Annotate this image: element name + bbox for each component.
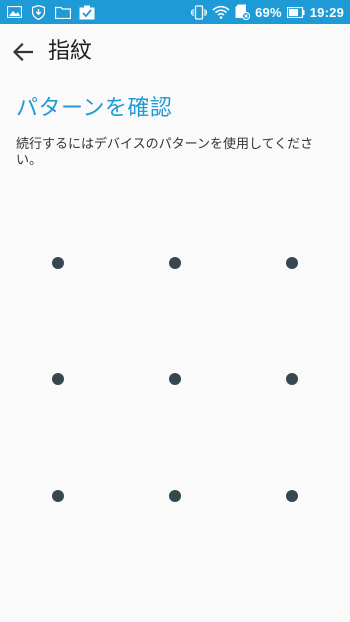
- pattern-dot-4[interactable]: [52, 373, 64, 385]
- clock: 19:29: [309, 4, 344, 20]
- confirm-pattern-heading: パターンを確認: [16, 96, 173, 121]
- instruction-text: 続行するにはデバイスのパターンを使用してください。: [16, 137, 314, 168]
- pattern-dot-8[interactable]: [169, 490, 181, 502]
- pattern-dot-9[interactable]: [286, 490, 298, 502]
- pattern-dot-6[interactable]: [286, 373, 298, 385]
- pattern-dot-1[interactable]: [52, 257, 64, 269]
- gallery-icon: [6, 5, 23, 20]
- wifi-icon: [212, 5, 230, 19]
- status-right-icons: 69% 19:29: [186, 3, 344, 21]
- pattern-dot-2[interactable]: [169, 257, 181, 269]
- battery-percent: 69%: [255, 4, 282, 20]
- pattern-dot-7[interactable]: [52, 490, 64, 502]
- folder-icon: [54, 5, 71, 20]
- status-bar: 69% 19:29: [0, 0, 350, 24]
- pattern-dot-5[interactable]: [169, 373, 181, 385]
- sdcard-icon: [235, 4, 251, 20]
- app-bar: 指紋: [0, 24, 350, 80]
- battery-icon: [286, 6, 305, 18]
- page-title: 指紋: [48, 39, 93, 64]
- back-arrow-icon: [13, 43, 33, 61]
- pattern-lock-grid[interactable]: [0, 200, 350, 560]
- vibrate-icon: [191, 4, 208, 20]
- pattern-dot-3[interactable]: [286, 257, 298, 269]
- clipboard-check-icon: [78, 5, 95, 20]
- back-button[interactable]: [8, 38, 38, 66]
- status-left-icons: [6, 4, 102, 20]
- download-shield-icon: [30, 4, 47, 20]
